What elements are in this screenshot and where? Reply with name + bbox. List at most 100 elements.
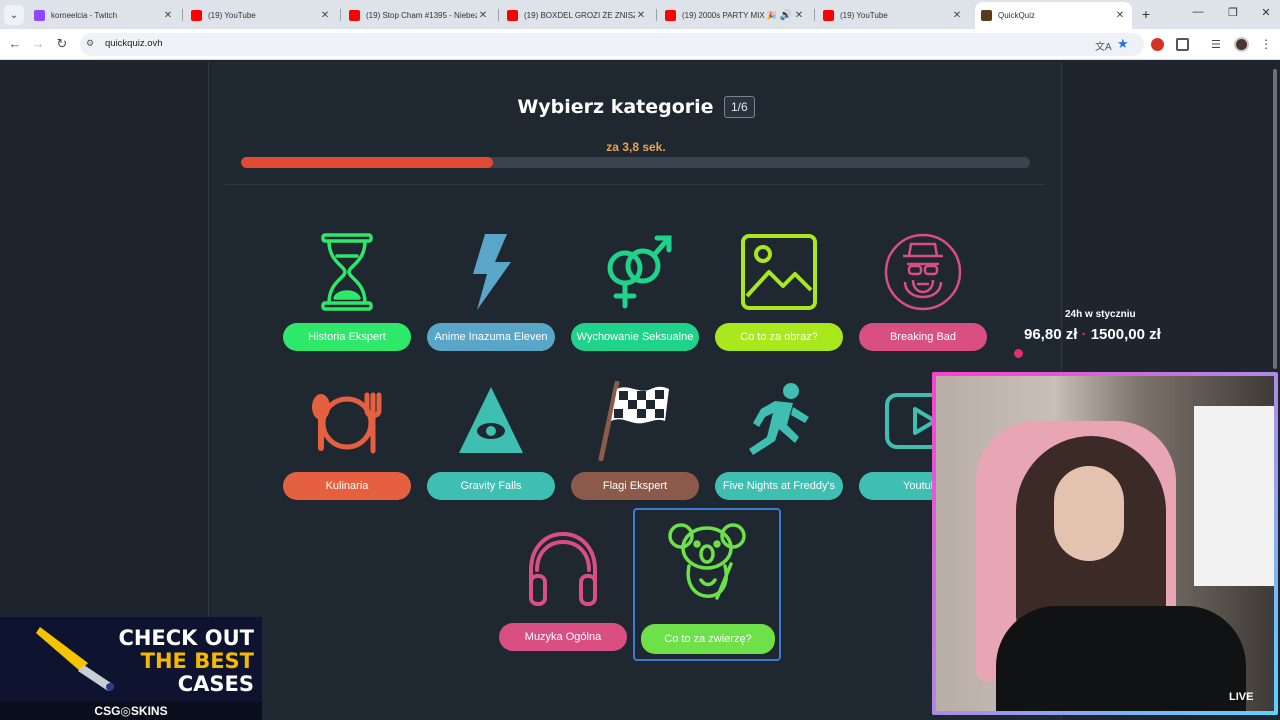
url-text[interactable]: quickquiz.ovh [105, 38, 163, 49]
back-icon[interactable]: ← [6, 36, 24, 52]
restore-icon[interactable]: ❐ [1223, 6, 1243, 19]
running-man-icon [749, 383, 809, 455]
category-card-kulinaria[interactable]: Kulinaria [283, 381, 411, 521]
tab-title: korneelcia - Twitch [51, 10, 118, 20]
reload-icon[interactable]: ↻ [53, 36, 71, 52]
address-bar[interactable]: ⚙ quickquiz.ovh 文A ★ [80, 33, 1144, 56]
tab-search-button[interactable]: ⌄ [4, 5, 24, 25]
tab-youtube-1[interactable]: (19) YouTube ✕ [185, 4, 337, 26]
tab-youtube-5[interactable]: (19) YouTube ✕ [817, 4, 969, 26]
ad-line-2: THE BEST [140, 649, 254, 673]
category-button[interactable]: Co to za obraz? [715, 323, 843, 351]
category-button[interactable]: Anime Inazuma Eleven [427, 323, 555, 351]
close-window-icon[interactable]: ✕ [1256, 6, 1276, 19]
reading-list-icon[interactable]: ☰ [1211, 38, 1224, 51]
category-card-muzyka[interactable]: Muzyka Ogólna [499, 530, 627, 670]
browser-menu-icon[interactable]: ⋮ [1260, 37, 1272, 51]
category-button[interactable]: Muzyka Ogólna [499, 623, 627, 651]
category-card-obraz[interactable]: Co to za obraz? [715, 232, 843, 372]
tab-separator [498, 9, 499, 21]
youtube-icon [349, 9, 360, 21]
twitch-icon [34, 9, 45, 21]
image-icon [741, 234, 817, 310]
minimize-icon[interactable]: — [1188, 6, 1208, 18]
heisenberg-icon [884, 233, 962, 311]
countdown-progress-bar [241, 157, 1030, 168]
tab-separator [340, 9, 341, 21]
browser-toolbar: ← → ↻ ⚙ quickquiz.ovh 文A ★ ☰ ⋮ [0, 29, 1280, 60]
category-button[interactable]: Five Nights at Freddy's [715, 472, 843, 500]
progress-fill [241, 157, 494, 168]
category-button[interactable]: Co to za zwierzę? [641, 624, 775, 654]
tab-youtube-3[interactable]: (19) BOXDEL GROZI ŻE ZNISZCZY ✕ [501, 4, 653, 26]
tab-youtube-4[interactable]: (19) 2000s PARTY MIX 🎉 2 🔊 ✕ [659, 4, 811, 26]
scrollbar-thumb[interactable] [1273, 69, 1277, 369]
youtube-icon [507, 9, 518, 21]
tab-youtube-2[interactable]: (19) Stop Cham #1395 - Niebezp ✕ [343, 4, 495, 26]
category-card-anime[interactable]: Anime Inazuma Eleven [427, 232, 555, 372]
tab-separator [814, 9, 815, 21]
round-counter: 1/6 [724, 96, 755, 118]
eye-triangle-icon [459, 387, 523, 453]
category-button[interactable]: Wychowanie Seksualne [571, 323, 699, 351]
category-card-fnaf[interactable]: Five Nights at Freddy's [715, 381, 843, 521]
category-card-zwierze[interactable]: Co to za zwierzę? [633, 508, 781, 661]
forward-icon[interactable]: → [29, 36, 47, 52]
tab-title: (19) BOXDEL GROZI ŻE ZNISZCZY [524, 10, 635, 20]
close-icon[interactable]: ✕ [793, 10, 805, 21]
page-title: Wybierz kategorie [517, 96, 714, 118]
headphones-icon [529, 531, 597, 606]
category-button[interactable]: Gravity Falls [427, 472, 555, 500]
tab-title: (19) YouTube [208, 10, 256, 20]
category-card-historia[interactable]: Historia Ekspert [283, 232, 411, 372]
category-card-wychowanie[interactable]: Wychowanie Seksualne [571, 232, 699, 372]
close-icon[interactable]: ✕ [951, 10, 963, 21]
koala-icon [668, 523, 746, 600]
category-button[interactable]: Breaking Bad [859, 323, 987, 351]
sponsor-ad-banner: CHECK OUT THE BEST CASES CSG◎SKINS [0, 617, 262, 720]
category-button[interactable]: Kulinaria [283, 472, 411, 500]
close-icon[interactable]: ✕ [319, 10, 331, 21]
goal-separator: · [1081, 326, 1087, 343]
category-card-flagi[interactable]: Flagi Ekspert [571, 381, 699, 521]
category-button[interactable]: Historia Ekspert [283, 323, 411, 351]
close-icon[interactable]: ✕ [1114, 10, 1126, 21]
title-row: Wybierz kategorie 1/6 [209, 96, 1063, 118]
ad-line-3: CASES [177, 672, 254, 696]
browser-tab-bar: ⌄ korneelcia - Twitch ✕ (19) YouTube ✕ (… [0, 0, 1280, 29]
streamer-body [996, 606, 1246, 711]
site-info-icon[interactable]: ⚙ [86, 38, 98, 50]
translate-icon[interactable]: 文A [1095, 38, 1112, 53]
tab-title: (19) Stop Cham #1395 - Niebezp [366, 10, 477, 20]
goal-current: 96,80 zł [1024, 326, 1078, 343]
extensions-puzzle-icon[interactable] [1176, 38, 1189, 51]
new-tab-button[interactable]: + [1137, 5, 1155, 23]
speaker-icon[interactable]: 🔊 [779, 10, 793, 21]
close-icon[interactable]: ✕ [635, 10, 647, 21]
close-icon[interactable]: ✕ [162, 10, 174, 21]
category-card-gravity-falls[interactable]: Gravity Falls [427, 381, 555, 521]
category-card-breaking-bad[interactable]: Breaking Bad [859, 232, 987, 372]
extension-icon[interactable] [1151, 38, 1164, 51]
youtube-icon [665, 9, 676, 21]
webcam-overlay [932, 372, 1278, 715]
live-badge: LIVE [1229, 691, 1254, 703]
youtube-icon [191, 9, 202, 21]
tab-title: (19) YouTube [840, 10, 888, 20]
tab-twitch[interactable]: korneelcia - Twitch ✕ [28, 4, 180, 26]
hourglass-icon [321, 233, 373, 311]
bookmark-star-icon[interactable]: ★ [1117, 36, 1129, 52]
donation-goal-amount: 96,80 zł · 1500,00 zł [1024, 326, 1161, 343]
tab-separator [182, 9, 183, 21]
category-button[interactable]: Flagi Ekspert [571, 472, 699, 500]
gender-icon [607, 235, 672, 309]
goal-progress-dot [1014, 349, 1023, 358]
tab-title: (19) 2000s PARTY MIX 🎉 2 [682, 10, 779, 20]
goal-target: 1500,00 zł [1090, 326, 1161, 343]
tab-title: QuickQuiz [998, 11, 1035, 20]
streamer-face [1054, 466, 1124, 561]
tab-separator [656, 9, 657, 21]
close-icon[interactable]: ✕ [477, 10, 489, 21]
profile-avatar[interactable] [1234, 37, 1249, 52]
tab-quickquiz[interactable]: QuickQuiz ✕ [975, 2, 1132, 29]
